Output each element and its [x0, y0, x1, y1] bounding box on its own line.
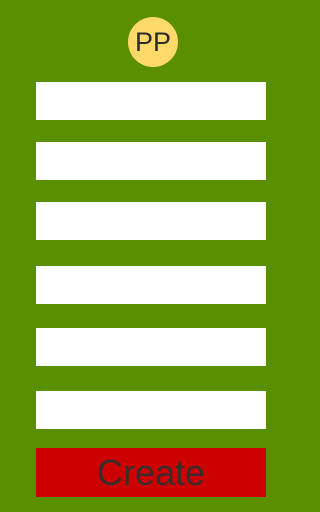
- form-field-2[interactable]: [36, 142, 266, 180]
- form-field-1[interactable]: [36, 82, 266, 120]
- create-form-screen: PP Create: [0, 0, 307, 512]
- form-field-4[interactable]: [36, 266, 266, 304]
- form-field-6[interactable]: [36, 391, 266, 429]
- create-button[interactable]: Create: [36, 448, 266, 497]
- avatar-initials: PP: [134, 26, 172, 57]
- form-field-5[interactable]: [36, 328, 266, 366]
- form-field-3[interactable]: [36, 202, 266, 240]
- avatar[interactable]: PP: [128, 17, 178, 67]
